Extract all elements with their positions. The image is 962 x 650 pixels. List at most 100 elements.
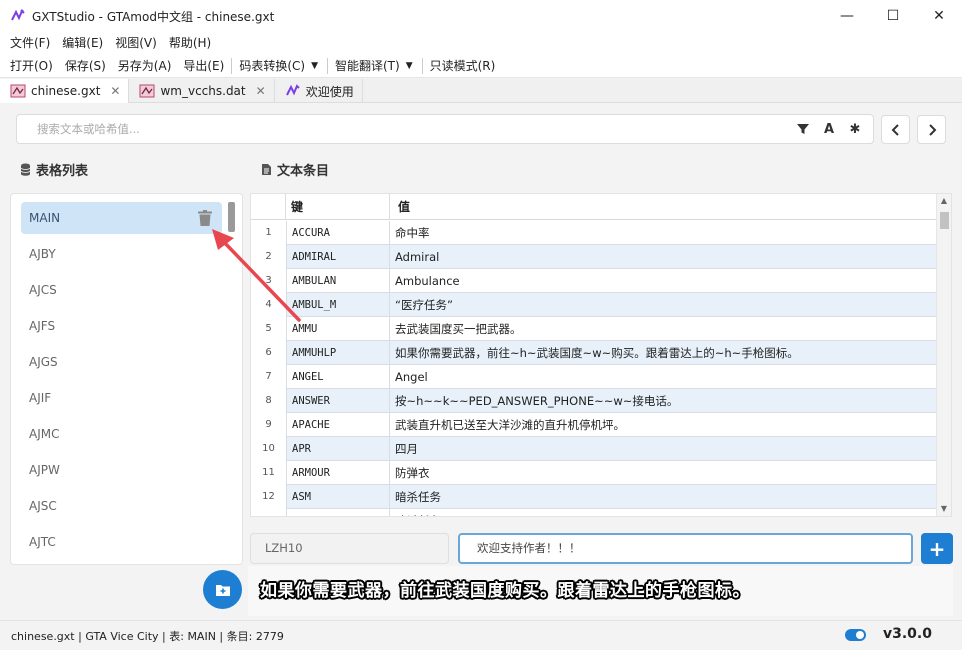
- table-list-item[interactable]: MAIN: [21, 202, 222, 234]
- scroll-up-icon[interactable]: ▲: [937, 194, 951, 208]
- menu-edit[interactable]: 编辑(E): [56, 32, 109, 54]
- table-list-item[interactable]: AJIF: [21, 382, 222, 414]
- prev-match-button[interactable]: [881, 115, 910, 144]
- version-label: v3.0.0: [883, 626, 932, 642]
- entry-key[interactable]: AMMU: [286, 317, 390, 341]
- entry-value[interactable]: 防弹衣: [390, 461, 937, 485]
- key-input[interactable]: LZH10: [250, 533, 449, 564]
- row-number: 11: [262, 467, 275, 478]
- table-row[interactable]: 9 APACHE 武装直升机已送至大洋沙滩的直升机停机坪。: [251, 413, 937, 437]
- table-list-item[interactable]: AJGS: [21, 346, 222, 378]
- menu-help[interactable]: 帮助(H): [163, 32, 217, 54]
- entry-key[interactable]: APR: [286, 437, 390, 461]
- entry-value[interactable]: “医疗任务”: [390, 293, 937, 317]
- table-row[interactable]: 3 AMBULAN Ambulance: [251, 269, 937, 293]
- row-number: 9: [265, 419, 272, 430]
- next-match-button[interactable]: [917, 115, 946, 144]
- readonly-button[interactable]: 只读模式(R): [424, 54, 502, 78]
- table-list-item[interactable]: AJMC: [21, 418, 222, 450]
- entry-key[interactable]: AMBUL_M: [286, 293, 390, 317]
- close-icon[interactable]: ✕: [256, 84, 266, 98]
- export-button[interactable]: 导出(E): [177, 54, 230, 78]
- entry-value[interactable]: Admiral: [390, 245, 937, 269]
- table-row[interactable]: 11 ARMOUR 防弹衣: [251, 461, 937, 485]
- tab-welcome[interactable]: 欢迎使用: [275, 79, 363, 103]
- table-row[interactable]: 6 AMMUHLP 如果你需要武器，前往~h~武装国度~w~购买。跟着雷达上的~h~…: [251, 341, 937, 365]
- entry-key[interactable]: ANSWER: [286, 389, 390, 413]
- app-logo-icon: [11, 9, 25, 21]
- status-text: chinese.gxt | GTA Vice City | 表: MAIN | …: [11, 629, 284, 643]
- scroll-thumb[interactable]: [940, 212, 949, 229]
- table-list-item[interactable]: AJFS: [21, 310, 222, 342]
- save-button[interactable]: 保存(S): [59, 54, 112, 78]
- list-scrollbar[interactable]: [228, 202, 235, 232]
- entry-key[interactable]: ASM_1: [286, 509, 390, 516]
- table-row[interactable]: 5 AMMU 去武装国度买一把武器。: [251, 317, 937, 341]
- translate-dropdown[interactable]: 智能翻译(T) ▼: [329, 54, 421, 78]
- convert-dropdown[interactable]: 码表转换(C) ▼: [233, 54, 326, 78]
- asterisk-icon[interactable]: ✱: [847, 121, 863, 137]
- table-list-item[interactable]: AJPW: [21, 454, 222, 486]
- entry-value[interactable]: 暗杀任务: [390, 485, 937, 509]
- tab-wm-vcchs-dat[interactable]: wm_vcchs.dat ✕: [129, 79, 275, 103]
- table-list-item[interactable]: AJTC: [21, 526, 222, 558]
- entry-value[interactable]: 去武装国度买一把武器。: [390, 317, 937, 341]
- entry-key[interactable]: ASM: [286, 485, 390, 509]
- table-list-item[interactable]: AJCS: [21, 274, 222, 306]
- save-as-button[interactable]: 另存为(A): [112, 54, 178, 78]
- theme-toggle[interactable]: [845, 629, 866, 641]
- table-row[interactable]: 1 ACCURA 命中率: [251, 221, 937, 245]
- entry-value[interactable]: Angel: [390, 365, 937, 389]
- entry-key[interactable]: ACCURA: [286, 221, 390, 245]
- maximize-button[interactable]: ☐: [870, 0, 916, 32]
- table-name: AJCS: [29, 283, 57, 297]
- table-row[interactable]: 7 ANGEL Angel: [251, 365, 937, 389]
- entry-key[interactable]: ADMIRAL: [286, 245, 390, 269]
- table-list-item[interactable]: AJSC: [21, 490, 222, 522]
- entry-key[interactable]: APACHE: [286, 413, 390, 437]
- close-button[interactable]: ✕: [916, 0, 962, 32]
- table-row[interactable]: 8 ANSWER 按~h~~k~~PED_ANSWER_PHONE~~w~接电话。: [251, 389, 937, 413]
- entry-value[interactable]: Ambulance: [390, 269, 937, 293]
- table-row[interactable]: 2 ADMIRAL Admiral: [251, 245, 937, 269]
- font-icon[interactable]: A: [821, 121, 837, 137]
- caret-down-icon: ▼: [311, 60, 318, 71]
- open-button[interactable]: 打开(O): [4, 54, 59, 78]
- filter-icon[interactable]: [795, 121, 811, 137]
- entry-value[interactable]: 暗杀任务1: [390, 509, 937, 516]
- preview-bar: 如果你需要武器，前往武装国度购买。跟着雷达上的手枪图标。: [248, 566, 953, 616]
- value-column-header[interactable]: 值: [390, 194, 937, 219]
- entry-value[interactable]: 武装直升机已送至大洋沙滩的直升机停机坪。: [390, 413, 937, 437]
- entry-key[interactable]: AMMUHLP: [286, 341, 390, 365]
- add-table-button[interactable]: [203, 570, 242, 609]
- table-row[interactable]: 10 APR 四月: [251, 437, 937, 461]
- tab-chinese-gxt[interactable]: chinese.gxt ✕: [0, 79, 130, 103]
- table-list-item[interactable]: AJBY: [21, 238, 222, 270]
- table-row[interactable]: 12 ASM 暗杀任务: [251, 485, 937, 509]
- value-input[interactable]: 欢迎支持作者！！！: [458, 533, 913, 564]
- entry-value[interactable]: 按~h~~k~~PED_ANSWER_PHONE~~w~接电话。: [390, 389, 937, 413]
- entry-key[interactable]: ANGEL: [286, 365, 390, 389]
- toolbar-separator: [421, 57, 423, 74]
- entry-value[interactable]: 四月: [390, 437, 937, 461]
- scroll-down-icon[interactable]: ▼: [937, 502, 951, 516]
- add-entry-button[interactable]: +: [921, 533, 953, 564]
- table-name: AJFS: [29, 319, 56, 333]
- close-icon[interactable]: ✕: [110, 84, 120, 98]
- entry-key[interactable]: ARMOUR: [286, 461, 390, 485]
- table-scrollbar[interactable]: ▲ ▼: [936, 194, 951, 516]
- key-column-header[interactable]: 键: [286, 194, 390, 219]
- entry-value[interactable]: 命中率: [390, 221, 937, 245]
- entry-value[interactable]: 如果你需要武器，前往~h~武装国度~w~购买。跟着雷达上的~h~手枪图标。: [390, 341, 937, 365]
- document-tabs: chinese.gxt ✕ wm_vcchs.dat ✕ 欢迎使用: [0, 79, 962, 103]
- trash-icon[interactable]: [197, 210, 213, 227]
- search-input[interactable]: [17, 115, 795, 143]
- menu-file[interactable]: 文件(F): [4, 32, 56, 54]
- table-row[interactable]: 13ASM_1暗杀任务1: [251, 509, 937, 516]
- menu-view[interactable]: 视图(V): [109, 32, 163, 54]
- entry-key[interactable]: AMBULAN: [286, 269, 390, 293]
- tab-label: 欢迎使用: [305, 84, 354, 99]
- minimize-button[interactable]: —: [824, 0, 870, 32]
- file-text-icon: [262, 164, 271, 175]
- table-row[interactable]: 4 AMBUL_M “医疗任务”: [251, 293, 937, 317]
